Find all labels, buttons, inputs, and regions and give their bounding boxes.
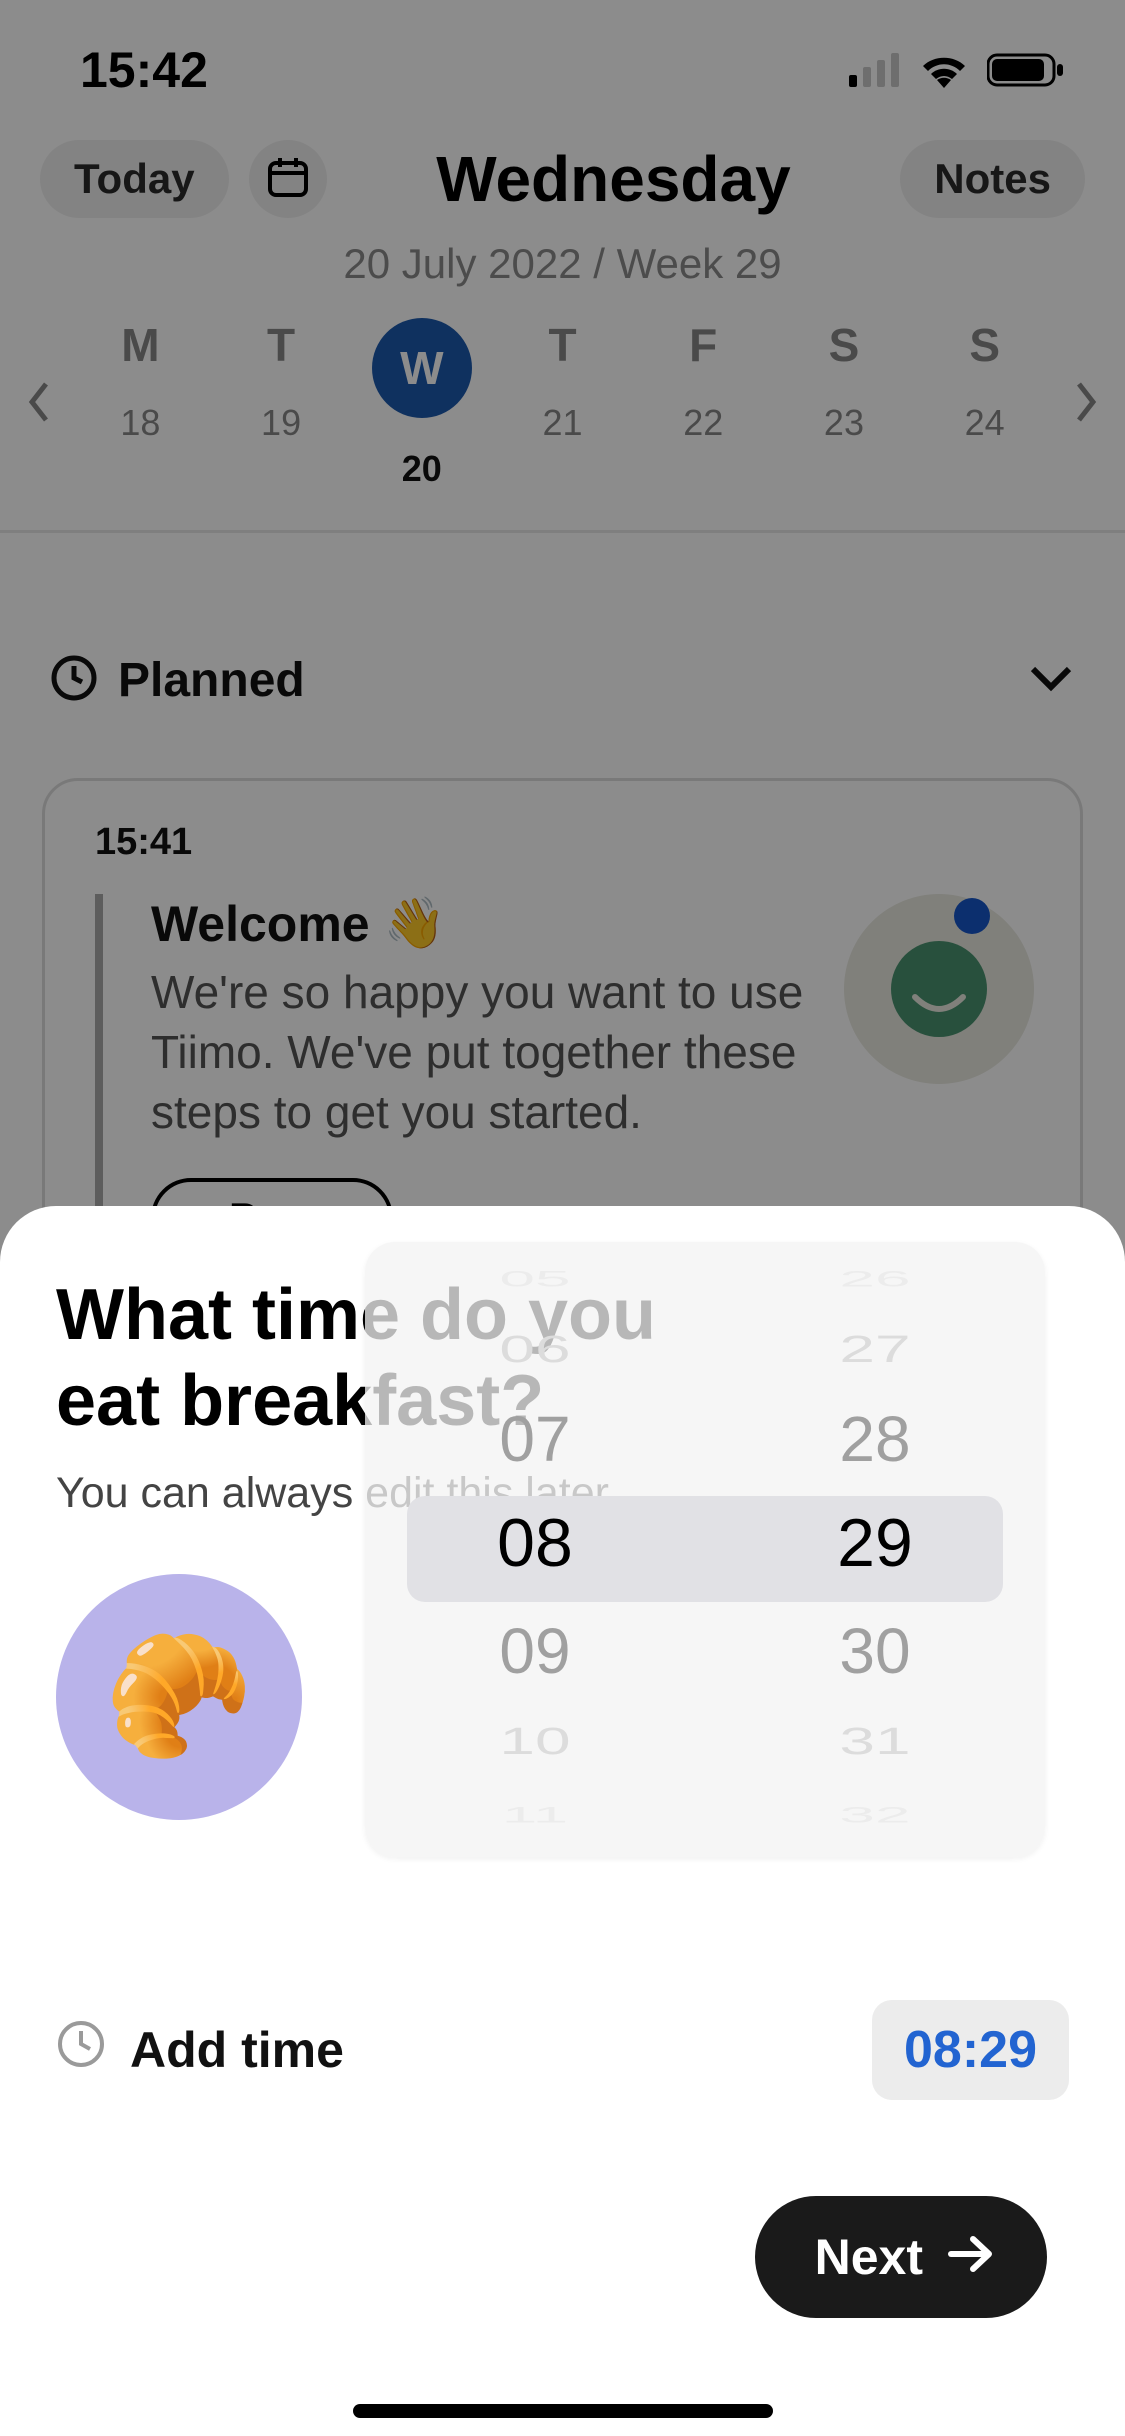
activity-icon-circle: 🥐 bbox=[56, 1574, 302, 1820]
picker-row: 0728 bbox=[365, 1392, 1045, 1486]
time-picker-sheet: What time do you eat breakfast? You can … bbox=[0, 1206, 1125, 2436]
picker-hour: 07 bbox=[365, 1392, 705, 1486]
add-time-label: Add time bbox=[130, 2021, 344, 2079]
picker-hour: 10 bbox=[365, 1713, 705, 1769]
picker-hour: 06 bbox=[365, 1321, 705, 1377]
home-indicator[interactable] bbox=[353, 2404, 773, 2418]
time-picker[interactable]: 0526062707280829093010311132 bbox=[365, 1242, 1045, 1857]
arrow-right-icon bbox=[947, 2228, 995, 2286]
picker-minute: 29 bbox=[705, 1496, 1045, 1590]
clock-outline-icon bbox=[56, 2019, 106, 2081]
picker-row: 1132 bbox=[365, 1768, 1045, 1857]
picker-minute: 30 bbox=[705, 1604, 1045, 1698]
time-value-chip[interactable]: 08:29 bbox=[872, 2000, 1069, 2100]
picker-hour: 09 bbox=[365, 1604, 705, 1698]
picker-hour: 11 bbox=[365, 1799, 705, 1832]
picker-minute: 32 bbox=[705, 1799, 1045, 1832]
picker-minute: 31 bbox=[705, 1713, 1045, 1769]
picker-hour: 08 bbox=[365, 1496, 705, 1590]
picker-hour: 05 bbox=[365, 1263, 705, 1296]
picker-minute: 28 bbox=[705, 1392, 1045, 1486]
picker-row: 0930 bbox=[365, 1604, 1045, 1698]
picker-row: 0627 bbox=[365, 1302, 1045, 1396]
add-time-row: Add time 08:29 bbox=[56, 2000, 1069, 2100]
croissant-icon: 🥐 bbox=[104, 1627, 253, 1767]
picker-minute: 27 bbox=[705, 1321, 1045, 1377]
picker-row: 0829 bbox=[365, 1496, 1045, 1590]
picker-minute: 26 bbox=[705, 1263, 1045, 1296]
next-button[interactable]: Next bbox=[755, 2196, 1047, 2318]
